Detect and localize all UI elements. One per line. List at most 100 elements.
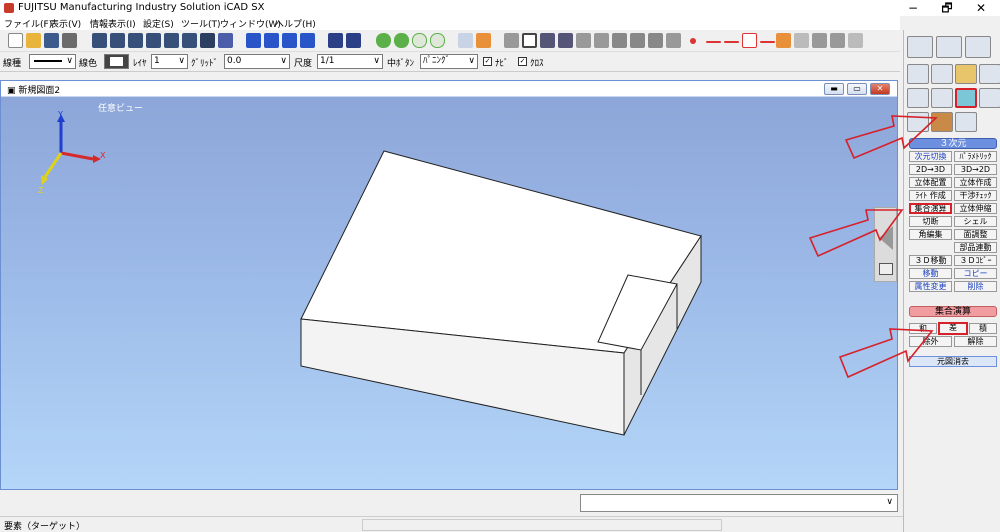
command-select[interactable]: ∨ [580,494,898,512]
layer-off2-icon[interactable] [430,33,445,48]
panel-switch2-icon[interactable] [936,36,962,58]
dots-icon[interactable] [848,33,863,48]
menu-help[interactable]: ヘルプ(H) [275,17,316,30]
cmd-button[interactable]: 面調整 [954,229,997,240]
cmd-button[interactable]: 部品連動 [954,242,997,253]
line2-icon[interactable] [724,41,739,43]
hole-icon[interactable] [907,88,929,108]
open-folder-icon[interactable] [26,33,41,48]
render-icon[interactable] [200,33,215,48]
doc-restore-button[interactable]: ▭ [847,83,867,95]
dimension-icon[interactable] [931,64,953,84]
menu-settings[interactable]: 設定(S) [143,17,174,30]
line-type-select[interactable]: ∨ [29,54,76,69]
cmd-button[interactable]: 干渉ﾁｪｯｸ [954,190,997,201]
cmd-button[interactable]: 角編集 [909,229,952,240]
view-side-icon[interactable] [128,33,143,48]
view-top-icon[interactable] [110,33,125,48]
release-button[interactable]: 解除 [954,336,997,347]
cmd-button[interactable]: 立体伸縮 [954,203,997,214]
line-box-icon[interactable] [742,33,757,48]
cmd-button[interactable]: ３Ｄｺﾋﾟｰ [954,255,997,266]
angle-icon[interactable] [812,33,827,48]
panel-search-icon[interactable] [965,36,991,58]
layer-green-icon[interactable] [376,33,391,48]
tree-icon[interactable] [931,88,953,108]
cmd-button[interactable]: ３Ｄ移動 [909,255,952,266]
close-button[interactable]: ✕ [966,0,996,16]
panel-switch-icon[interactable] [907,36,933,58]
snap-icon[interactable] [504,33,519,48]
menu-info[interactable]: 情報表示(I) [90,17,136,30]
view-iso-icon[interactable] [182,33,197,48]
cmd-button[interactable]: ﾊﾟﾗﾒﾄﾘｯｸ [954,151,997,162]
redo-icon[interactable] [346,33,361,48]
snap-grid-icon[interactable] [612,33,627,48]
menu-view[interactable]: 表示(V) [50,17,81,30]
shade-icon[interactable] [218,33,233,48]
layer-select[interactable]: 1 ∨ [151,54,188,69]
cmd-button[interactable]: 立体作成 [954,177,997,188]
rotate-left-icon[interactable] [264,33,279,48]
chain-icon[interactable] [979,64,1000,84]
minimize-button[interactable]: − [898,0,928,16]
check-icon[interactable] [907,64,929,84]
layer-off-icon[interactable] [412,33,427,48]
move-view-icon[interactable] [246,33,261,48]
view-back-icon[interactable] [146,33,161,48]
cmd-button[interactable]: 属性変更 [909,281,952,292]
grid-select[interactable]: 0.0 ∨ [224,54,290,69]
snap-link-icon[interactable] [594,33,609,48]
view-bottom-icon[interactable] [164,33,179,48]
print-icon[interactable] [62,33,77,48]
snap-center-icon[interactable] [540,33,555,48]
layer-green2-icon[interactable] [394,33,409,48]
cmd-button[interactable]: 移動 [909,268,952,279]
snap-dot-icon[interactable] [666,33,681,48]
doc-close-button[interactable]: ✕ [870,83,890,95]
ap-icon[interactable] [776,33,791,48]
3d-block-model[interactable] [300,150,702,436]
measure-icon[interactable] [476,33,491,48]
save-icon[interactable] [44,33,59,48]
middle-button-select[interactable]: ﾊﾟﾆﾝｸﾞ ∨ [420,54,478,69]
rotate-right-icon[interactable] [282,33,297,48]
intersect-button[interactable]: 積 [969,323,997,334]
line-color-button[interactable] [104,54,129,69]
3d-solid-icon[interactable] [955,88,977,108]
snap-poly-icon[interactable] [576,33,591,48]
cmd-button[interactable]: 切断 [909,216,952,227]
zoom-icon[interactable] [458,33,473,48]
new-file-icon[interactable] [8,33,23,48]
view-front-icon[interactable] [92,33,107,48]
column-icon[interactable] [979,88,1000,108]
3d-viewport[interactable]: 任意ビュー Y X Z [1,97,897,489]
grid-snap-icon[interactable] [794,33,809,48]
scale-select[interactable]: 1/1 ∨ [317,54,383,69]
snap-box-icon[interactable] [522,33,537,48]
menu-window[interactable]: ウィンドウ(W) [220,17,281,30]
cross-checkbox[interactable]: ✓ [518,57,527,66]
undo-icon[interactable] [328,33,343,48]
point-icon[interactable] [690,38,696,44]
cmd-button[interactable]: 立体配置 [909,177,952,188]
cmd-button[interactable]: 集合演算 [909,203,952,214]
menu-tools[interactable]: ツール(T) [181,17,221,30]
cmd-button[interactable]: ﾗｲﾄ 作成 [909,190,952,201]
cross-line-icon[interactable] [760,41,775,43]
restore-button[interactable]: 🗗 [932,0,962,16]
cmd-button[interactable]: 3D→2D [954,164,997,175]
dim-icon[interactable] [830,33,845,48]
line-icon[interactable] [706,41,721,43]
brush-icon[interactable] [955,112,977,132]
cmd-button[interactable]: コピー [954,268,997,279]
cmd-button[interactable]: シェル [954,216,997,227]
snap-cross-icon[interactable] [558,33,573,48]
doc-minimize-button[interactable]: ▬ [824,83,844,95]
snap-gx-icon[interactable] [630,33,645,48]
navi-checkbox[interactable]: ✓ [483,57,492,66]
cmd-button[interactable]: 削除 [954,281,997,292]
folder-icon[interactable] [955,64,977,84]
snap-frame-icon[interactable] [648,33,663,48]
menu-file[interactable]: ファイル(F) [4,17,52,30]
